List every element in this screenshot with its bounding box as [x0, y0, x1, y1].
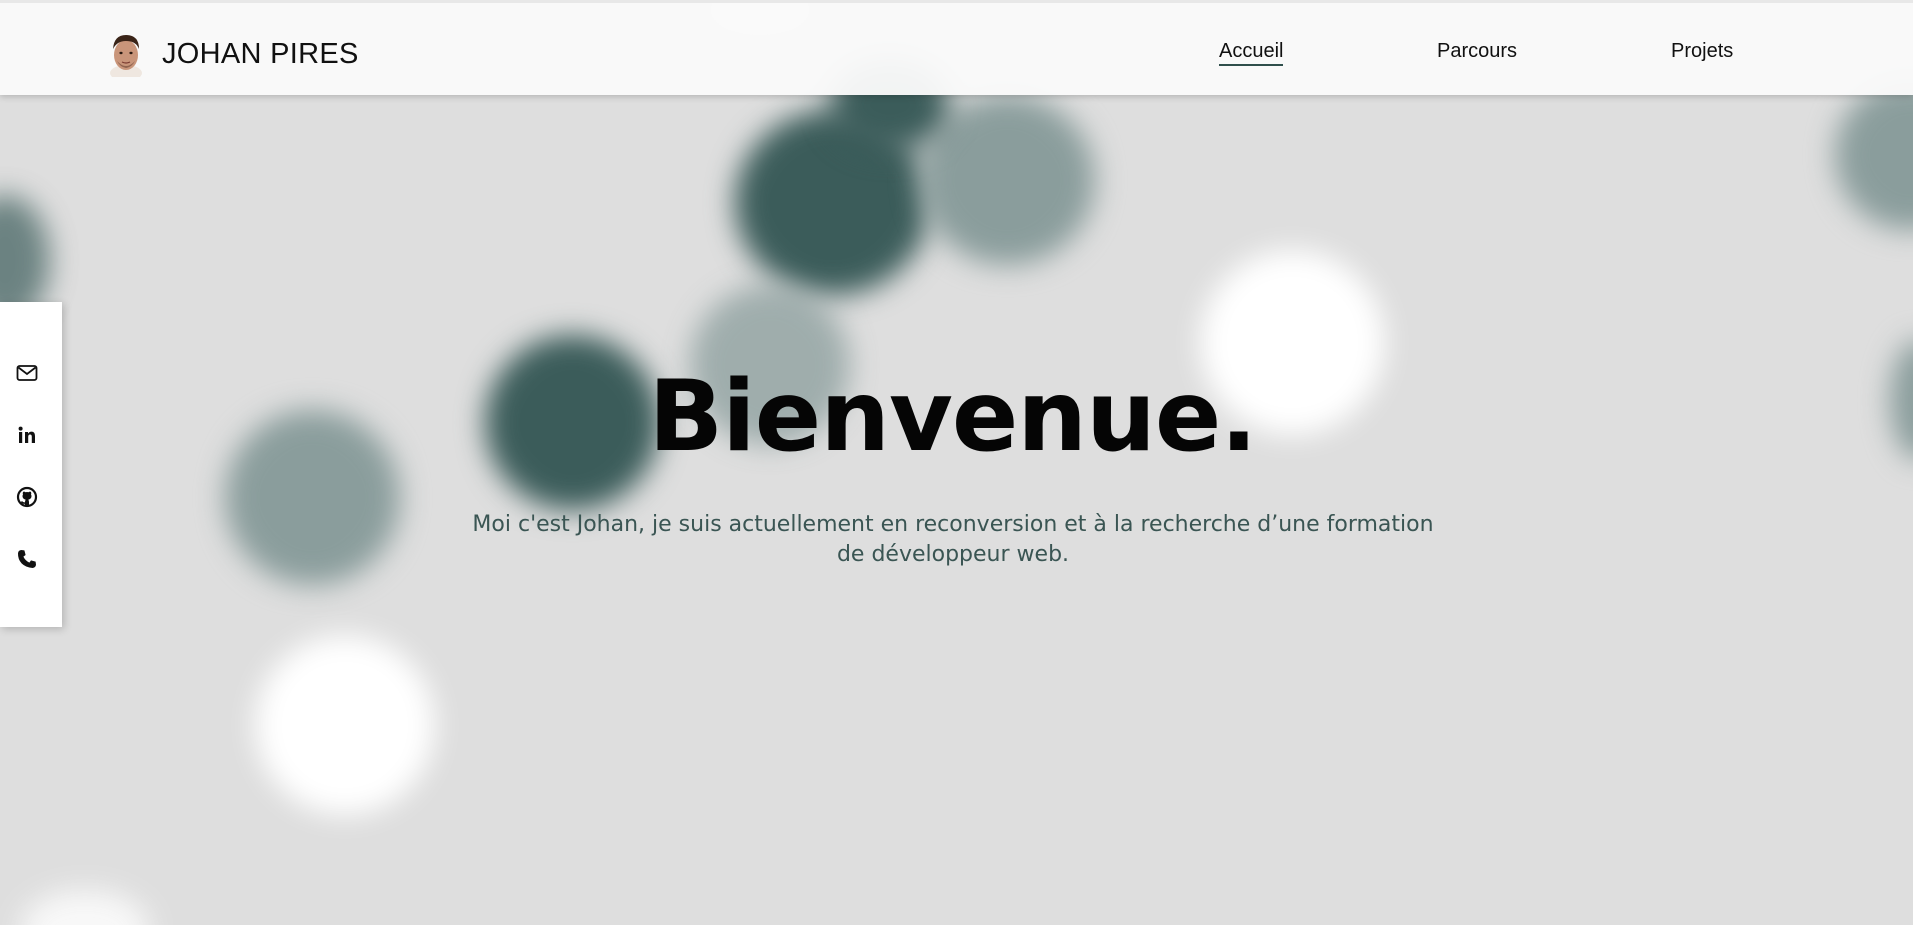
bokeh-blob — [20, 890, 150, 925]
page: JOHAN PIRES Accueil Parcours Projets Bie… — [0, 0, 1913, 925]
social-sidebar — [0, 302, 62, 627]
site-header: JOHAN PIRES Accueil Parcours Projets — [0, 3, 1913, 95]
bokeh-blob — [1835, 80, 1913, 230]
hero-subtitle-line2: de développeur web. — [836, 542, 1070, 567]
phone-icon[interactable] — [14, 546, 40, 572]
nav-projets[interactable]: Projets — [1671, 40, 1733, 63]
nav-parcours[interactable]: Parcours — [1437, 40, 1517, 63]
main-nav: Accueil Parcours Projets — [0, 40, 1913, 70]
github-icon[interactable] — [14, 484, 40, 510]
nav-accueil[interactable]: Accueil — [1219, 40, 1284, 66]
hero-subtitle-line1: Moi c'est Johan, je suis actuellement en… — [472, 512, 1434, 537]
header-top-border — [0, 0, 1913, 3]
mail-icon[interactable] — [14, 360, 40, 386]
bokeh-blob — [255, 635, 435, 815]
linkedin-icon[interactable] — [14, 422, 40, 448]
hero-title: Bienvenue. — [648, 360, 1257, 474]
hero-subtitle: Moi c'est Johan, je suis actuellement en… — [470, 510, 1436, 570]
